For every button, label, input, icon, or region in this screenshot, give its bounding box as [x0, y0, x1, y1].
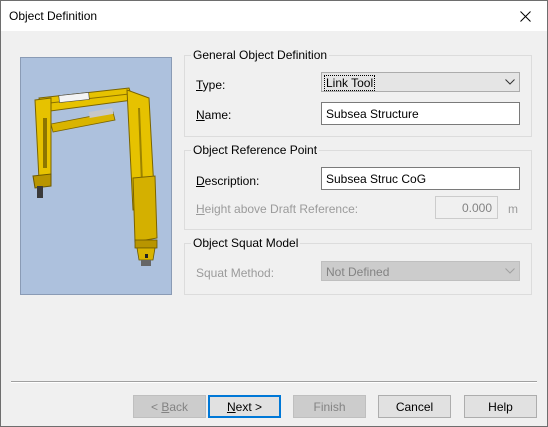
description-label: Description: [196, 174, 260, 188]
name-value: Subsea Structure [326, 107, 419, 121]
object-preview-image [20, 57, 172, 295]
close-button[interactable] [503, 1, 547, 31]
type-label: Type: [196, 78, 226, 92]
group-title: Object Squat Model [191, 236, 301, 250]
description-field[interactable]: Subsea Struc CoG [321, 167, 520, 190]
height-unit-label: m [508, 202, 518, 216]
height-above-draft-label: Height above Draft Reference: [196, 202, 359, 216]
height-above-draft-field[interactable]: 0.000 [435, 196, 498, 219]
footer-separator [11, 381, 537, 383]
name-label: Name: [196, 108, 232, 122]
type-dropdown[interactable]: Link Tool [321, 72, 520, 92]
description-value: Subsea Struc CoG [326, 172, 427, 186]
squat-method-value: Not Defined [326, 265, 390, 279]
next-button[interactable]: Next > [208, 395, 281, 418]
chevron-down-icon[interactable] [502, 74, 518, 90]
crane-illustration [32, 87, 158, 266]
title-bar[interactable]: Object Definition [1, 1, 547, 31]
group-title: Object Reference Point [191, 143, 320, 157]
dialog-window: Object Definition General Object Definit… [0, 0, 548, 427]
back-button[interactable]: < Back [133, 395, 206, 418]
group-title: General Object Definition [191, 48, 330, 62]
squat-method-dropdown[interactable]: Not Defined [321, 261, 520, 281]
name-field[interactable]: Subsea Structure [321, 102, 520, 125]
chevron-down-icon[interactable] [502, 263, 518, 279]
cancel-button[interactable]: Cancel [378, 395, 451, 418]
help-button[interactable]: Help [464, 395, 537, 418]
height-value: 0.000 [461, 201, 492, 215]
close-icon [519, 10, 531, 22]
window-title: Object Definition [9, 9, 98, 23]
type-value: Link Tool [323, 75, 376, 91]
squat-method-label: Squat Method: [196, 266, 275, 280]
finish-button[interactable]: Finish [293, 395, 366, 418]
